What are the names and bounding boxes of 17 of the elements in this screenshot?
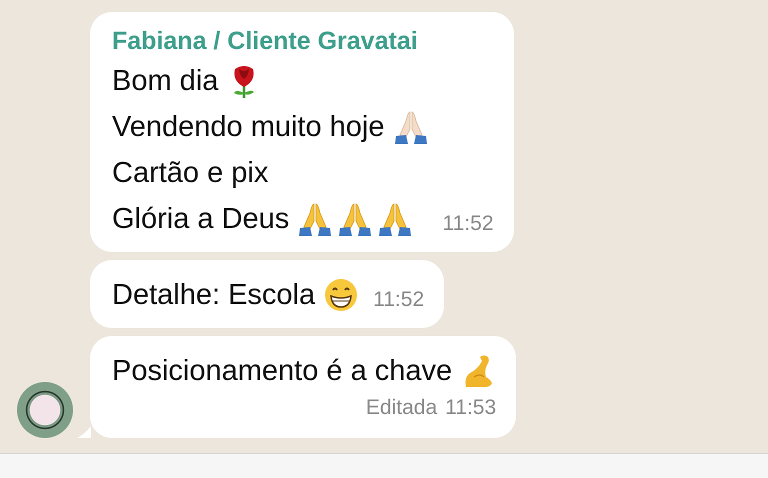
- message-text: Glória a Deus: [112, 202, 290, 236]
- edited-label: Editada: [366, 396, 438, 420]
- praying-hands-icon: [297, 201, 334, 237]
- message-text: Bom dia: [112, 64, 218, 98]
- message-text: Posicionamento é a chave: [112, 354, 452, 388]
- praying-hands-icon: [392, 109, 428, 145]
- grinning-face-icon: [323, 277, 360, 313]
- message-text: Vendendo muito hoje: [112, 110, 384, 144]
- message-text: Cartão e pix: [112, 156, 268, 190]
- sender-name: Fabiana / Cliente Gravatai: [112, 26, 419, 57]
- message-time: 11:53: [445, 396, 496, 420]
- message-time: 11:52: [442, 212, 494, 236]
- message-time: 11:52: [373, 288, 424, 312]
- message-text: Detalhe: Escola: [112, 278, 316, 312]
- praying-hands-icon: [337, 201, 374, 237]
- bubble-tail: [77, 426, 91, 438]
- praying-hands-icon: [377, 201, 414, 237]
